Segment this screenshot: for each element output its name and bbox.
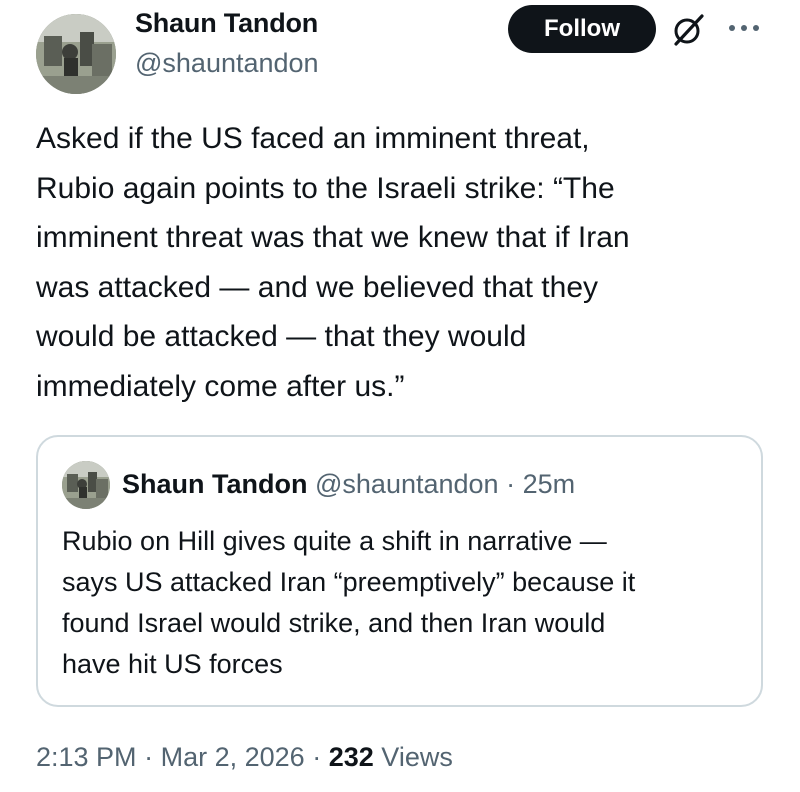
grok-glyph-icon: [674, 14, 704, 46]
quoted-tweet-card[interactable]: Shaun Tandon @shauntandon · 25m Rubio on…: [36, 435, 763, 707]
profile-photo-icon: [62, 461, 110, 509]
grok-icon[interactable]: [670, 12, 706, 48]
more-horizontal-icon: [729, 25, 759, 31]
tweet-date[interactable]: Mar 2, 2026: [161, 742, 305, 772]
quoted-tweet-text: Rubio on Hill gives quite a shift in nar…: [62, 526, 636, 679]
quoted-author-avatar: [62, 461, 110, 509]
tweet-meta: 2:13 PM · Mar 2, 2026 · 232 Views: [36, 742, 453, 773]
meta-separator: ·: [144, 742, 154, 772]
author-avatar[interactable]: [36, 14, 116, 94]
follow-button[interactable]: Follow: [508, 5, 656, 53]
tweet-time[interactable]: 2:13 PM: [36, 742, 137, 772]
views-count[interactable]: 232: [329, 742, 374, 772]
quoted-author-name: Shaun Tandon: [122, 469, 308, 499]
author-display-name[interactable]: Shaun Tandon: [135, 8, 318, 39]
more-options-icon[interactable]: [724, 14, 764, 42]
meta-separator: ·: [312, 742, 322, 772]
profile-photo-icon: [36, 14, 116, 94]
views-label: Views: [381, 742, 453, 772]
author-handle[interactable]: @shauntandon: [135, 48, 319, 79]
quoted-separator: ·: [506, 469, 516, 499]
tweet-body-text: Asked if the US faced an imminent threat…: [36, 122, 630, 403]
quoted-tweet-header: Shaun Tandon @shauntandon · 25m: [122, 469, 575, 500]
quoted-author-handle: @shauntandon: [315, 469, 499, 499]
quoted-time-ago: 25m: [522, 469, 576, 499]
